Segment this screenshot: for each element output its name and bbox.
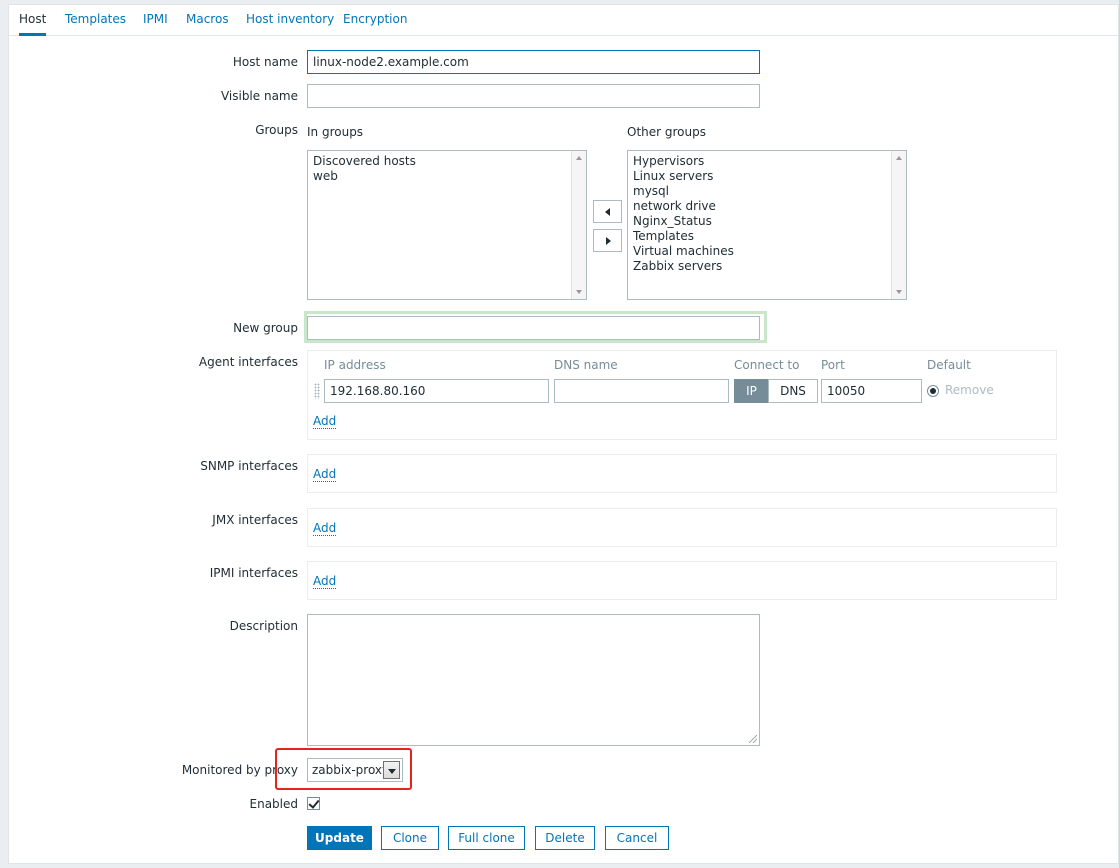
proxy-select[interactable]: zabbix-proxy — [307, 758, 403, 782]
default-radio[interactable] — [927, 385, 939, 397]
arrow-right-icon — [606, 237, 611, 245]
default-header: Default — [927, 358, 971, 372]
enabled-label: Enabled — [249, 797, 299, 811]
tab-ipmi[interactable]: IPMI — [143, 5, 168, 36]
host-name-label: Host name — [232, 55, 298, 69]
host-name-input[interactable] — [307, 50, 760, 74]
tab-encryption[interactable]: Encryption — [343, 5, 407, 36]
tab-templates[interactable]: Templates — [65, 5, 126, 36]
connect-dns-toggle[interactable]: DNS — [768, 379, 818, 403]
agent-interfaces-label: Agent interfaces — [198, 355, 298, 369]
chevron-down-icon[interactable] — [383, 761, 400, 779]
ip-address-input[interactable] — [324, 379, 549, 403]
drag-handle-icon[interactable] — [314, 383, 320, 399]
remove-link[interactable]: Remove — [945, 383, 994, 397]
full-clone-button[interactable]: Full clone — [448, 826, 525, 850]
visible-name-label: Visible name — [220, 89, 298, 103]
port-header: Port — [821, 358, 845, 372]
tab-bar: Host Templates IPMI Macros Host inventor… — [9, 5, 1119, 36]
cancel-button[interactable]: Cancel — [605, 826, 669, 850]
new-group-input[interactable] — [307, 316, 760, 340]
ipmi-interfaces-label: IPMI interfaces — [209, 566, 298, 580]
enabled-checkbox[interactable] — [307, 797, 320, 810]
snmp-interfaces-box: Add — [307, 454, 1057, 493]
visible-name-input[interactable] — [307, 84, 760, 108]
jmx-interfaces-box: Add — [307, 508, 1057, 547]
proxy-select-value: zabbix-proxy — [312, 763, 390, 777]
agent-interfaces-box: IP address DNS name Connect to Port Defa… — [307, 350, 1057, 440]
other-groups-header: Other groups — [627, 125, 706, 139]
host-form-panel: Host Templates IPMI Macros Host inventor… — [8, 4, 1119, 864]
add-ipmi-interface-link[interactable]: Add — [313, 575, 337, 589]
ipmi-interfaces-box: Add — [307, 561, 1057, 600]
list-item[interactable]: Virtual machines — [633, 244, 906, 259]
tab-macros[interactable]: Macros — [186, 5, 229, 36]
scrollbar[interactable] — [571, 151, 586, 299]
list-item[interactable]: Discovered hosts — [313, 154, 586, 169]
other-groups-list[interactable]: Hypervisors Linux servers mysql network … — [627, 150, 907, 300]
move-left-button[interactable] — [593, 200, 622, 223]
list-item[interactable]: network drive — [633, 199, 906, 214]
add-jmx-interface-link[interactable]: Add — [313, 522, 337, 536]
ip-address-header: IP address — [324, 358, 386, 372]
groups-label: Groups — [255, 123, 298, 137]
connect-to-header: Connect to — [734, 358, 800, 372]
tab-host[interactable]: Host — [19, 5, 47, 36]
snmp-interfaces-label: SNMP interfaces — [200, 459, 298, 473]
new-group-label: New group — [233, 321, 298, 335]
tab-host-inventory[interactable]: Host inventory — [246, 5, 334, 36]
dns-name-header: DNS name — [554, 358, 618, 372]
add-agent-interface-link[interactable]: Add — [313, 415, 337, 429]
list-item[interactable]: Nginx_Status — [633, 214, 906, 229]
list-item[interactable]: Linux servers — [633, 169, 906, 184]
clone-button[interactable]: Clone — [381, 826, 439, 850]
list-item[interactable]: Zabbix servers — [633, 259, 906, 274]
port-input[interactable] — [821, 379, 922, 403]
list-item[interactable]: Templates — [633, 229, 906, 244]
list-item[interactable]: web — [313, 169, 586, 184]
arrow-left-icon — [605, 208, 610, 216]
connect-ip-toggle[interactable]: IP — [734, 379, 769, 403]
description-textarea[interactable] — [307, 614, 760, 746]
description-label: Description — [229, 619, 298, 633]
dns-name-input[interactable] — [554, 379, 729, 403]
in-groups-list[interactable]: Discovered hosts web — [307, 150, 587, 300]
list-item[interactable]: Hypervisors — [633, 154, 906, 169]
resize-grip-icon[interactable] — [749, 735, 757, 743]
move-right-button[interactable] — [593, 229, 622, 252]
scrollbar[interactable] — [891, 151, 906, 299]
list-item[interactable]: mysql — [633, 184, 906, 199]
in-groups-header: In groups — [307, 125, 364, 139]
monitored-by-proxy-label: Monitored by proxy — [181, 763, 298, 777]
update-button[interactable]: Update — [307, 826, 372, 850]
jmx-interfaces-label: JMX interfaces — [212, 513, 298, 527]
add-snmp-interface-link[interactable]: Add — [313, 468, 337, 482]
delete-button[interactable]: Delete — [535, 826, 595, 850]
